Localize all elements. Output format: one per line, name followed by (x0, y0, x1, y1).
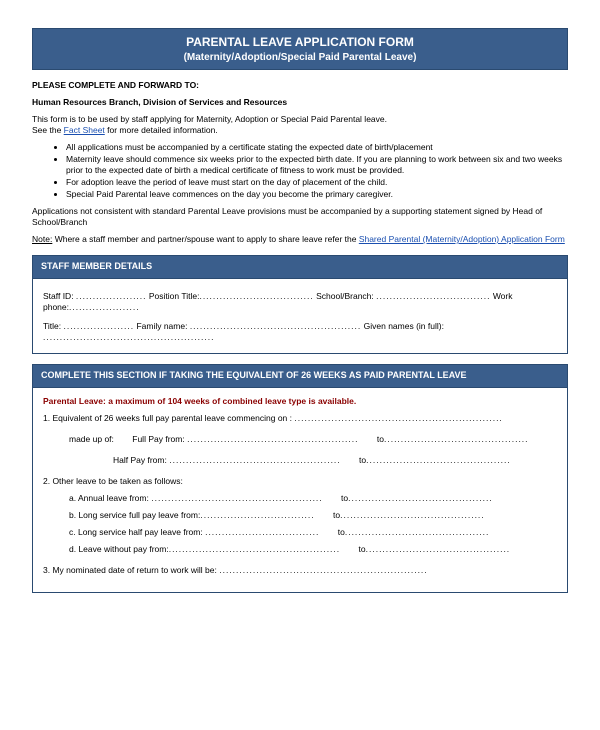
bullet-item: Special Paid Parental leave commences on… (66, 189, 568, 200)
leave-item-2: 2. Other leave to be taken as follows: a… (43, 476, 557, 555)
leave-list: 1. Equivalent of 26 weeks full pay paren… (43, 413, 557, 576)
staff-row-2: Title: ..................... Family name… (43, 321, 557, 343)
position-label: Position Title: (149, 291, 200, 301)
school-field[interactable]: .................................. (376, 291, 490, 301)
staff-id-label: Staff ID: (43, 291, 76, 301)
staff-section-heading: STAFF MEMBER DETAILS (32, 255, 568, 279)
item3-label: 3. My nominated date of return to work w… (43, 565, 219, 575)
leave-section-heading: COMPLETE THIS SECTION IF TAKING THE EQUI… (32, 364, 568, 388)
lshalf-label: c. Long service half pay leave from: (69, 527, 205, 537)
other-leave-sublist: a. Annual leave from: ..................… (43, 493, 557, 555)
fact-sheet-link[interactable]: Fact Sheet (64, 125, 105, 135)
given-field[interactable]: ........................................… (43, 332, 214, 342)
form-banner: PARENTAL LEAVE APPLICATION FORM (Materni… (32, 28, 568, 70)
staff-row-1: Staff ID: ..................... Position… (43, 291, 557, 313)
workphone-field[interactable]: ..................... (69, 302, 140, 312)
lsfull-to-field[interactable]: ........................................… (340, 510, 485, 520)
usage-text: This form is to be used by staff applyin… (32, 114, 568, 136)
lshalf-to-field[interactable]: ........................................… (345, 527, 490, 537)
lwop-from-field[interactable]: ........................................… (169, 544, 340, 554)
complete-heading: PLEASE COMPLETE AND FORWARD TO: (32, 80, 568, 91)
see-pre: See the (32, 125, 64, 135)
leave-red-note: Parental Leave: a maximum of 104 weeks o… (43, 396, 557, 407)
lwop-to-field[interactable]: ........................................… (366, 544, 511, 554)
item1-madeup-row: made up of: Full Pay from: .............… (43, 434, 557, 445)
item1-commence-field[interactable]: ........................................… (294, 413, 502, 423)
fullpay-to-field[interactable]: ........................................… (384, 434, 529, 444)
halfpay-from-field[interactable]: ........................................… (169, 455, 340, 465)
item2-label: 2. Other leave to be taken as follows: (43, 476, 183, 486)
title-label: Title: (43, 321, 63, 331)
form-title: PARENTAL LEAVE APPLICATION FORM (37, 35, 563, 51)
note-text: Where a staff member and partner/spouse … (52, 234, 358, 244)
family-label: Family name: (136, 321, 189, 331)
halfpay-to-field[interactable]: ........................................… (366, 455, 511, 465)
fullpay-from-field[interactable]: ........................................… (187, 434, 358, 444)
leave-item-3: 3. My nominated date of return to work w… (43, 565, 557, 576)
form-subtitle: (Maternity/Adoption/Special Paid Parenta… (37, 51, 563, 64)
annual-label: a. Annual leave from: (69, 493, 151, 503)
madeup-label: made up of: (69, 434, 114, 444)
school-label: School/Branch: (316, 291, 376, 301)
to-label-1: to (377, 434, 384, 444)
return-date-field[interactable]: ........................................… (219, 565, 427, 575)
lshalf-from-field[interactable]: .................................. (205, 527, 319, 537)
to-label-d: to (359, 544, 366, 554)
annual-from-field[interactable]: ........................................… (151, 493, 322, 503)
see-post: for more detailed information. (105, 125, 218, 135)
sub-b: b. Long service full pay leave from:....… (69, 510, 557, 521)
item1-label: 1. Equivalent of 26 weeks full pay paren… (43, 413, 294, 423)
family-field[interactable]: ........................................… (190, 321, 361, 331)
annual-to-field[interactable]: ........................................… (348, 493, 493, 503)
title-field[interactable]: ..................... (63, 321, 134, 331)
item1-halfpay-row: Half Pay from: .........................… (43, 455, 557, 466)
sub-a: a. Annual leave from: ..................… (69, 493, 557, 504)
note-block: Note: Where a staff member and partner/s… (32, 234, 568, 245)
sub-c: c. Long service half pay leave from: ...… (69, 527, 557, 538)
staff-id-field[interactable]: ..................... (76, 291, 147, 301)
bullet-item: For adoption leave the period of leave m… (66, 177, 568, 188)
leave-item-1: 1. Equivalent of 26 weeks full pay paren… (43, 413, 557, 466)
shared-parental-link[interactable]: Shared Parental (Maternity/Adoption) App… (359, 234, 565, 244)
leave-box: Parental Leave: a maximum of 104 weeks o… (32, 388, 568, 593)
sub-d: d. Leave without pay from:..............… (69, 544, 557, 555)
fullpay-label: Full Pay from: (132, 434, 187, 444)
halfpay-label: Half Pay from: (113, 455, 169, 465)
lsfull-from-field[interactable]: .................................. (200, 510, 314, 520)
to-label-c: to (338, 527, 345, 537)
not-consistent-text: Applications not consistent with standar… (32, 206, 568, 228)
note-label: Note: (32, 234, 52, 244)
lwop-label: d. Leave without pay from: (69, 544, 169, 554)
given-label: Given names (in full): (364, 321, 444, 331)
lsfull-label: b. Long service full pay leave from: (69, 510, 200, 520)
intro-bullets: All applications must be accompanied by … (66, 142, 568, 200)
usage-pre: This form is to be used by staff applyin… (32, 114, 387, 124)
staff-details-box: Staff ID: ..................... Position… (32, 279, 568, 354)
position-field[interactable]: .................................. (199, 291, 313, 301)
complete-to: Human Resources Branch, Division of Serv… (32, 97, 568, 108)
bullet-item: All applications must be accompanied by … (66, 142, 568, 153)
bullet-item: Maternity leave should commence six week… (66, 154, 568, 176)
